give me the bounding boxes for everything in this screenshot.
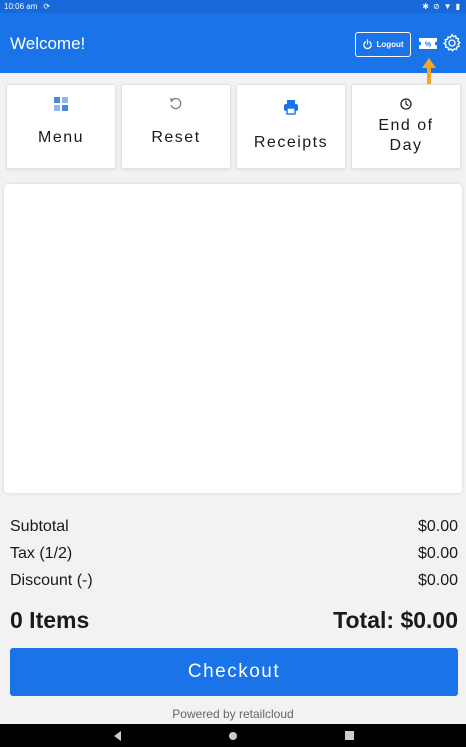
subtotal-value: $0.00 bbox=[417, 518, 458, 535]
end-of-day-tile[interactable]: End of Day bbox=[351, 84, 461, 169]
action-tiles: Menu Reset Receipts End of Day bbox=[6, 84, 462, 169]
recents-button[interactable] bbox=[334, 724, 364, 747]
logout-label: Logout bbox=[376, 40, 404, 49]
logout-button[interactable]: Logout bbox=[355, 32, 411, 57]
reset-label: Reset bbox=[151, 129, 201, 146]
tax-row: Tax (1/2) $0.00 bbox=[10, 545, 458, 563]
checkout-button[interactable]: Checkout bbox=[10, 648, 458, 696]
recents-icon bbox=[344, 731, 354, 740]
status-time: 10:06 am bbox=[4, 2, 38, 11]
tax-label: Tax (1/2) bbox=[10, 545, 73, 562]
reset-tile[interactable]: Reset bbox=[121, 84, 231, 169]
cart-items-panel bbox=[4, 184, 462, 493]
svg-text:%: % bbox=[425, 42, 432, 49]
items-count: 0 Items bbox=[10, 607, 90, 633]
printer-icon bbox=[284, 100, 298, 115]
app-header: Welcome! Logout % bbox=[0, 13, 466, 73]
welcome-text: Welcome! bbox=[10, 34, 86, 53]
grid-icon bbox=[54, 97, 68, 111]
tax-value: $0.00 bbox=[417, 545, 458, 562]
menu-tile[interactable]: Menu bbox=[6, 84, 116, 169]
battery-icon: ▮ bbox=[455, 2, 460, 11]
system-nav-bar bbox=[0, 724, 466, 747]
receipts-tile[interactable]: Receipts bbox=[236, 84, 346, 169]
gear-icon[interactable] bbox=[442, 33, 462, 53]
subtotal-label: Subtotal bbox=[10, 518, 69, 535]
mute-icon: ⊘ bbox=[432, 2, 440, 11]
total-amount: Total: $0.00 bbox=[333, 607, 458, 633]
home-button[interactable] bbox=[218, 724, 248, 747]
status-bar: 10:06 am ⟳ ✱ ⊘ ▼ ▮ bbox=[0, 0, 466, 13]
ticket-icon[interactable]: % bbox=[418, 36, 438, 51]
home-icon bbox=[229, 731, 237, 740]
refresh-icon bbox=[170, 97, 182, 110]
discount-label: Discount (-) bbox=[10, 572, 93, 589]
menu-label: Menu bbox=[37, 129, 85, 146]
wifi-icon: ▼ bbox=[443, 2, 452, 11]
totals-row: 0 Items Total: $0.00 bbox=[10, 607, 458, 634]
discount-value: $0.00 bbox=[417, 572, 458, 589]
clock-icon bbox=[400, 98, 412, 110]
back-icon bbox=[114, 730, 121, 741]
power-icon bbox=[363, 39, 373, 50]
powered-by-text: Powered by retailcloud bbox=[172, 707, 294, 721]
end-of-day-label: End of Day bbox=[378, 117, 434, 154]
receipts-label: Receipts bbox=[253, 134, 329, 151]
subtotal-row: Subtotal $0.00 bbox=[10, 518, 458, 536]
back-button[interactable] bbox=[103, 724, 133, 747]
sync-icon: ⟳ bbox=[43, 2, 51, 11]
bluetooth-icon: ✱ bbox=[422, 2, 429, 11]
discount-row: Discount (-) $0.00 bbox=[10, 572, 458, 590]
